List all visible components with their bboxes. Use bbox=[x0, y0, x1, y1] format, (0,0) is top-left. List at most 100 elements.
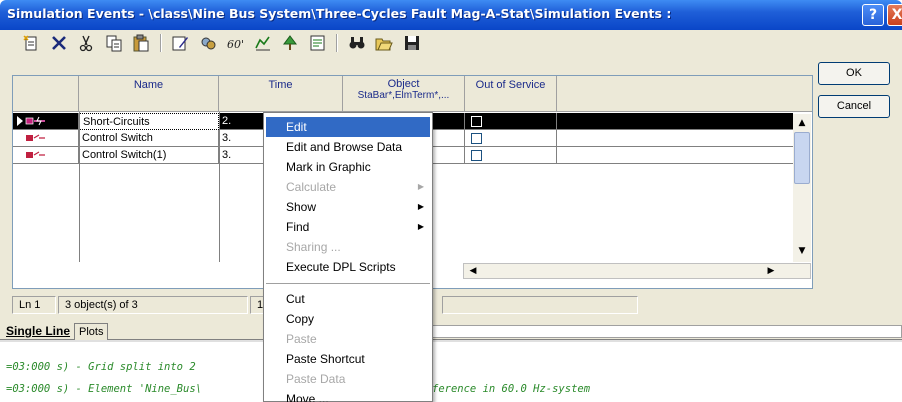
context-menu: Edit Edit and Browse Data Mark in Graphi… bbox=[263, 112, 433, 402]
row-icon-cell bbox=[13, 147, 79, 164]
paste-icon[interactable] bbox=[132, 34, 150, 52]
menu-item-label: Find bbox=[286, 220, 310, 234]
svg-text:60': 60' bbox=[227, 38, 244, 51]
menu-item-execute-dpl-scripts[interactable]: Execute DPL Scripts bbox=[266, 257, 430, 277]
out-of-service-checkbox[interactable] bbox=[471, 150, 482, 161]
menu-item-paste-shortcut[interactable]: Paste Shortcut bbox=[266, 349, 430, 369]
output-line: ference in 60.0 Hz-system bbox=[432, 383, 591, 395]
output-line: =03:000 s) - Element 'Nine_Bus\ bbox=[6, 383, 202, 395]
menu-item-label: Paste Shortcut bbox=[286, 352, 365, 366]
filter-icon[interactable] bbox=[254, 34, 272, 52]
menu-item-label: Cut bbox=[286, 292, 305, 306]
tab-single-line[interactable]: Single Line bbox=[2, 323, 74, 340]
column-header-object-filter: StaBar*,ElmTerm*,... bbox=[357, 90, 450, 101]
cell-name[interactable]: Short-Circuits bbox=[79, 113, 219, 130]
toolbar-separator bbox=[159, 34, 162, 52]
menu-item-label: Edit and Browse Data bbox=[286, 140, 403, 154]
delete-icon[interactable] bbox=[50, 34, 68, 52]
output-tabs: Single Line Plots bbox=[0, 322, 902, 340]
menu-item-show[interactable]: Show ▶ bbox=[266, 197, 430, 217]
copy-icon[interactable] bbox=[105, 34, 123, 52]
scroll-up-icon[interactable]: ▲ bbox=[793, 116, 811, 130]
edit-object-icon[interactable] bbox=[171, 34, 189, 52]
header-empty bbox=[557, 76, 812, 112]
cancel-button[interactable]: Cancel bbox=[818, 95, 890, 118]
open-icon[interactable] bbox=[375, 34, 393, 52]
cut-icon[interactable] bbox=[77, 34, 95, 52]
column-divider bbox=[79, 112, 80, 262]
column-divider bbox=[219, 112, 220, 262]
cell-out-of-service[interactable] bbox=[465, 130, 557, 147]
menu-item-label: Paste bbox=[286, 332, 317, 346]
switch-event-icon bbox=[26, 151, 45, 158]
menu-item-paste-data[interactable]: Paste Data bbox=[266, 369, 430, 389]
menu-item-cut[interactable]: Cut bbox=[266, 289, 430, 309]
notes-icon[interactable] bbox=[309, 34, 327, 52]
window-title: Simulation Events - \class\Nine Bus Syst… bbox=[7, 6, 672, 21]
short-circuit-event-icon bbox=[17, 116, 45, 126]
menu-item-copy[interactable]: Copy bbox=[266, 309, 430, 329]
menu-item-edit[interactable]: Edit bbox=[266, 117, 430, 137]
column-header-out-of-service[interactable]: Out of Service bbox=[465, 76, 557, 112]
help-button[interactable]: ? bbox=[862, 4, 884, 26]
save-icon[interactable] bbox=[403, 34, 421, 52]
menu-item-label: Copy bbox=[286, 312, 315, 326]
menu-item-label: Show bbox=[286, 200, 317, 214]
output-line: =03:000 s) - Grid split into 2 bbox=[6, 361, 196, 373]
cell-name[interactable]: Control Switch(1) bbox=[79, 147, 219, 164]
column-header-time[interactable]: Time bbox=[219, 76, 343, 112]
out-of-service-checkbox[interactable] bbox=[471, 133, 482, 144]
find-icon[interactable] bbox=[348, 34, 366, 52]
row-icon-cell bbox=[13, 130, 79, 147]
menu-item-paste[interactable]: Paste bbox=[266, 329, 430, 349]
cell-name[interactable]: Control Switch bbox=[79, 130, 219, 147]
cell-out-of-service[interactable] bbox=[465, 147, 557, 164]
tree-icon[interactable] bbox=[281, 34, 299, 52]
switch-event-icon bbox=[26, 134, 45, 141]
menu-item-label: Edit bbox=[286, 120, 307, 134]
detail-mode-icon[interactable] bbox=[199, 34, 217, 52]
column-header-object-label: Object bbox=[387, 78, 420, 90]
menu-item-find[interactable]: Find ▶ bbox=[266, 217, 430, 237]
vertical-scrollbar[interactable]: ▲ ▼ bbox=[793, 114, 811, 262]
status-empty bbox=[442, 296, 638, 314]
row-icon-cell bbox=[13, 113, 79, 130]
tab-plots[interactable]: Plots bbox=[74, 323, 109, 340]
variables-icon[interactable]: 60' bbox=[226, 34, 244, 52]
output-window: =03:000 s) - Grid split into 2 =03:000 s… bbox=[0, 340, 902, 402]
horizontal-scrollbar[interactable]: ◀ ▶ bbox=[463, 263, 811, 279]
menu-item-calculate[interactable]: Calculate ▶ bbox=[266, 177, 430, 197]
menu-item-edit-and-browse-data[interactable]: Edit and Browse Data bbox=[266, 137, 430, 157]
status-count: 3 object(s) of 3 bbox=[58, 296, 248, 314]
menu-item-move[interactable]: Move ... bbox=[266, 389, 430, 402]
menu-item-label: Move ... bbox=[286, 392, 329, 402]
scroll-left-icon[interactable]: ◀ bbox=[466, 264, 480, 278]
submenu-arrow-icon: ▶ bbox=[417, 182, 424, 191]
scroll-down-icon[interactable]: ▼ bbox=[793, 244, 811, 258]
menu-separator bbox=[266, 283, 430, 284]
cell-empty bbox=[557, 130, 793, 147]
cell-out-of-service[interactable] bbox=[465, 113, 557, 130]
menu-item-sharing[interactable]: Sharing ... bbox=[266, 237, 430, 257]
menu-item-label: Paste Data bbox=[286, 372, 346, 386]
column-header-name[interactable]: Name bbox=[79, 76, 219, 112]
out-of-service-checkbox[interactable] bbox=[471, 116, 482, 127]
submenu-arrow-icon: ▶ bbox=[417, 202, 424, 211]
menu-item-label: Execute DPL Scripts bbox=[286, 260, 396, 274]
toolbar-separator bbox=[336, 34, 338, 52]
cell-empty bbox=[557, 113, 793, 130]
ok-button[interactable]: OK bbox=[818, 62, 890, 85]
close-button[interactable]: X bbox=[887, 4, 902, 26]
title-bar: Simulation Events - \class\Nine Bus Syst… bbox=[0, 0, 902, 30]
menu-item-mark-in-graphic[interactable]: Mark in Graphic bbox=[266, 157, 430, 177]
menu-item-label: Sharing ... bbox=[286, 240, 341, 254]
menu-item-label: Calculate bbox=[286, 180, 337, 194]
new-object-icon[interactable] bbox=[22, 34, 40, 52]
header-icon-column bbox=[13, 76, 79, 112]
toolbar: 60' bbox=[22, 34, 427, 56]
column-header-object[interactable]: Object StaBar*,ElmTerm*,... bbox=[343, 76, 465, 112]
tab-scroll-area bbox=[430, 325, 902, 338]
scrollbar-thumb[interactable] bbox=[794, 132, 810, 184]
scroll-right-icon[interactable]: ▶ bbox=[764, 264, 778, 278]
cell-empty bbox=[557, 147, 793, 164]
